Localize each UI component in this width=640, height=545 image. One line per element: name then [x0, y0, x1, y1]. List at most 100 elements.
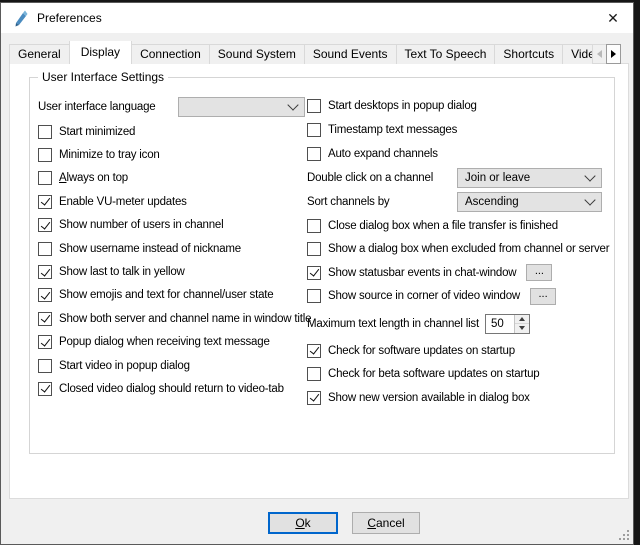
cancel-button[interactable]: Cancel — [352, 512, 420, 534]
display-tab-panel: User Interface Settings User interface l… — [9, 63, 629, 499]
tab-scroll-left-button[interactable] — [592, 44, 607, 64]
checkbox-row: Timestamp text messages — [307, 118, 611, 142]
checkbox[interactable] — [38, 312, 52, 326]
max-text-length-row: Maximum text length in channel list 50 — [307, 308, 611, 339]
checkbox-row: Start desktops in popup dialog — [307, 94, 611, 118]
checkbox[interactable] — [38, 195, 52, 209]
checkbox-row: Show last to talk in yellow — [38, 260, 311, 283]
sort-channels-selected-value: Ascending — [465, 196, 519, 208]
spin-up-button[interactable] — [515, 315, 529, 325]
checkbox-label: Show statusbar events in chat-window — [328, 267, 516, 279]
checkbox-label: Close dialog box when a file transfer is… — [328, 220, 558, 232]
ellipsis-button[interactable]: ... — [526, 264, 552, 281]
tab-scroll-right-button[interactable] — [606, 44, 621, 64]
right-top-checkbox-list: Start desktops in popup dialog Timestamp … — [307, 94, 611, 166]
arrow-left-icon — [597, 50, 602, 58]
checkbox[interactable] — [307, 219, 321, 233]
triangle-down-icon — [519, 326, 525, 330]
tab-text-to-speech[interactable]: Text To Speech — [396, 44, 496, 64]
checkbox[interactable] — [38, 148, 52, 162]
checkbox-row: Auto expand channels — [307, 142, 611, 166]
checkbox-row: Show statusbar events in chat-window... — [307, 261, 611, 285]
app-icon — [12, 9, 29, 27]
checkbox[interactable] — [38, 242, 52, 256]
triangle-up-icon — [519, 317, 525, 321]
language-select[interactable] — [178, 97, 305, 117]
checkbox[interactable] — [307, 391, 321, 405]
checkbox-row: Close dialog box when a file transfer is… — [307, 214, 611, 238]
checkbox[interactable] — [307, 266, 321, 280]
checkbox[interactable] — [38, 382, 52, 396]
checkbox[interactable] — [307, 367, 321, 381]
double-click-label: Double click on a channel — [307, 172, 457, 184]
checkbox-label: Popup dialog when receiving text message — [59, 336, 270, 348]
checkbox-row: Popup dialog when receiving text message — [38, 331, 311, 354]
checkbox-label: Timestamp text messages — [328, 124, 457, 136]
tab-connection[interactable]: Connection — [131, 44, 210, 64]
right-mid-checkbox-list: Close dialog box when a file transfer is… — [307, 214, 611, 308]
checkbox[interactable] — [307, 242, 321, 256]
right-column: Start desktops in popup dialog Timestamp … — [307, 94, 611, 410]
double-click-select[interactable]: Join or leave — [457, 168, 602, 188]
checkbox[interactable] — [38, 335, 52, 349]
checkbox-row: Show emojis and text for channel/user st… — [38, 284, 311, 307]
left-checkbox-list: Start minimizedMinimize to tray iconAlwa… — [38, 120, 311, 401]
checkbox-label: Auto expand channels — [328, 148, 438, 160]
checkbox-row: Show username instead of nickname — [38, 237, 311, 260]
checkbox-row: Start video in popup dialog — [38, 354, 311, 377]
checkbox[interactable] — [38, 265, 52, 279]
checkbox-label: Enable VU-meter updates — [59, 196, 187, 208]
checkbox-label: Show both server and channel name in win… — [59, 313, 311, 325]
language-label: User interface language — [38, 101, 178, 113]
tab-sound-system[interactable]: Sound System — [209, 44, 305, 64]
chevron-down-icon — [584, 170, 595, 181]
sort-channels-row: Sort channels by Ascending — [307, 190, 611, 214]
tab-bar: GeneralDisplayConnectionSound SystemSoun… — [9, 41, 622, 64]
checkbox[interactable] — [38, 288, 52, 302]
checkbox[interactable] — [38, 359, 52, 373]
checkbox[interactable] — [38, 218, 52, 232]
checkbox-row: Show both server and channel name in win… — [38, 307, 311, 330]
group-title: User Interface Settings — [38, 70, 168, 84]
window-title: Preferences — [37, 11, 102, 25]
checkbox-label: Always on top — [59, 172, 128, 184]
checkbox-label: Show new version available in dialog box — [328, 392, 530, 404]
max-text-length-spinner[interactable]: 50 — [485, 314, 530, 334]
checkbox-row: Show number of users in channel — [38, 214, 311, 237]
tab-display[interactable]: Display — [69, 41, 132, 64]
tab-sound-events[interactable]: Sound Events — [304, 44, 397, 64]
checkbox-row: Check for beta software updates on start… — [307, 363, 611, 387]
double-click-row: Double click on a channel Join or leave — [307, 166, 611, 190]
spin-down-button[interactable] — [515, 324, 529, 333]
checkbox-label: Show number of users in channel — [59, 219, 223, 231]
ok-button[interactable]: Ok — [268, 512, 338, 534]
max-text-length-value[interactable]: 50 — [486, 315, 514, 333]
spinner-buttons — [514, 315, 529, 333]
checkbox-row: Show a dialog box when excluded from cha… — [307, 238, 611, 262]
checkbox-label: Show username instead of nickname — [59, 243, 241, 255]
checkbox-label: Show emojis and text for channel/user st… — [59, 289, 274, 301]
language-row: User interface language — [38, 94, 311, 120]
title-bar[interactable]: Preferences ✕ — [1, 3, 633, 33]
checkbox[interactable] — [38, 125, 52, 139]
chevron-down-icon — [584, 194, 595, 205]
tab-shortcuts[interactable]: Shortcuts — [494, 44, 563, 64]
checkbox-label: Check for software updates on startup — [328, 345, 515, 357]
preferences-dialog: Preferences ✕ GeneralDisplayConnectionSo… — [0, 2, 634, 545]
checkbox[interactable] — [307, 147, 321, 161]
checkbox[interactable] — [307, 344, 321, 358]
checkbox-label: Show source in corner of video window — [328, 290, 520, 302]
sort-channels-select[interactable]: Ascending — [457, 192, 602, 212]
sort-channels-label: Sort channels by — [307, 196, 457, 208]
checkbox-label: Start minimized — [59, 126, 135, 138]
ellipsis-button[interactable]: ... — [530, 288, 556, 305]
checkbox[interactable] — [307, 99, 321, 113]
right-bottom-checkbox-list: Check for software updates on startup Che… — [307, 339, 611, 410]
checkbox[interactable] — [38, 171, 52, 185]
checkbox[interactable] — [307, 289, 321, 303]
checkbox[interactable] — [307, 123, 321, 137]
tab-general[interactable]: General — [9, 44, 70, 64]
checkbox-label: Check for beta software updates on start… — [328, 368, 540, 380]
resize-grip[interactable] — [617, 528, 629, 540]
close-icon[interactable]: ✕ — [597, 6, 629, 30]
